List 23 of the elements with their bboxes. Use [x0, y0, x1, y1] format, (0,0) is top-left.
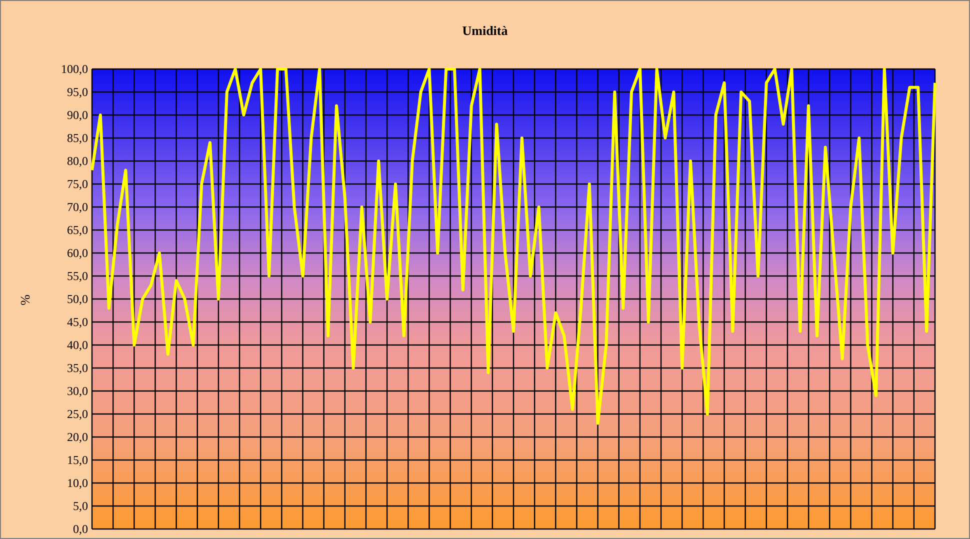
- axis-tick-label: 5,0: [73, 499, 88, 513]
- axis-tick-label: 95,0: [67, 85, 88, 99]
- axis-tick-label: 70,0: [67, 200, 88, 214]
- axis-tick-label: 0,0: [73, 522, 88, 536]
- axis-tick-label: 80,0: [67, 154, 88, 168]
- axis-tick-label: 45,0: [67, 315, 88, 329]
- axis-tick-label: 35,0: [67, 361, 88, 375]
- axis-tick-label: 65,0: [67, 223, 88, 237]
- axis-tick-label: 85,0: [67, 131, 88, 145]
- axis-tick-label: 10,0: [67, 476, 88, 490]
- axis-tick-label: 50,0: [67, 292, 88, 306]
- axis-tick-label: 75,0: [67, 177, 88, 191]
- axis-tick-label: 90,0: [67, 108, 88, 122]
- axis-tick-label: 30,0: [67, 384, 88, 398]
- axis-tick-label: 40,0: [67, 338, 88, 352]
- axis-tick-label: 100,0: [61, 62, 88, 76]
- axis-tick-label: 20,0: [67, 430, 88, 444]
- chart-title: Umidità: [462, 23, 508, 39]
- axis-tick-label: 55,0: [67, 269, 88, 283]
- axis-tick-label: 15,0: [67, 453, 88, 467]
- axis-label: %: [18, 294, 34, 305]
- axis-tick-label: 60,0: [67, 246, 88, 260]
- axis-tick-label: 25,0: [67, 407, 88, 421]
